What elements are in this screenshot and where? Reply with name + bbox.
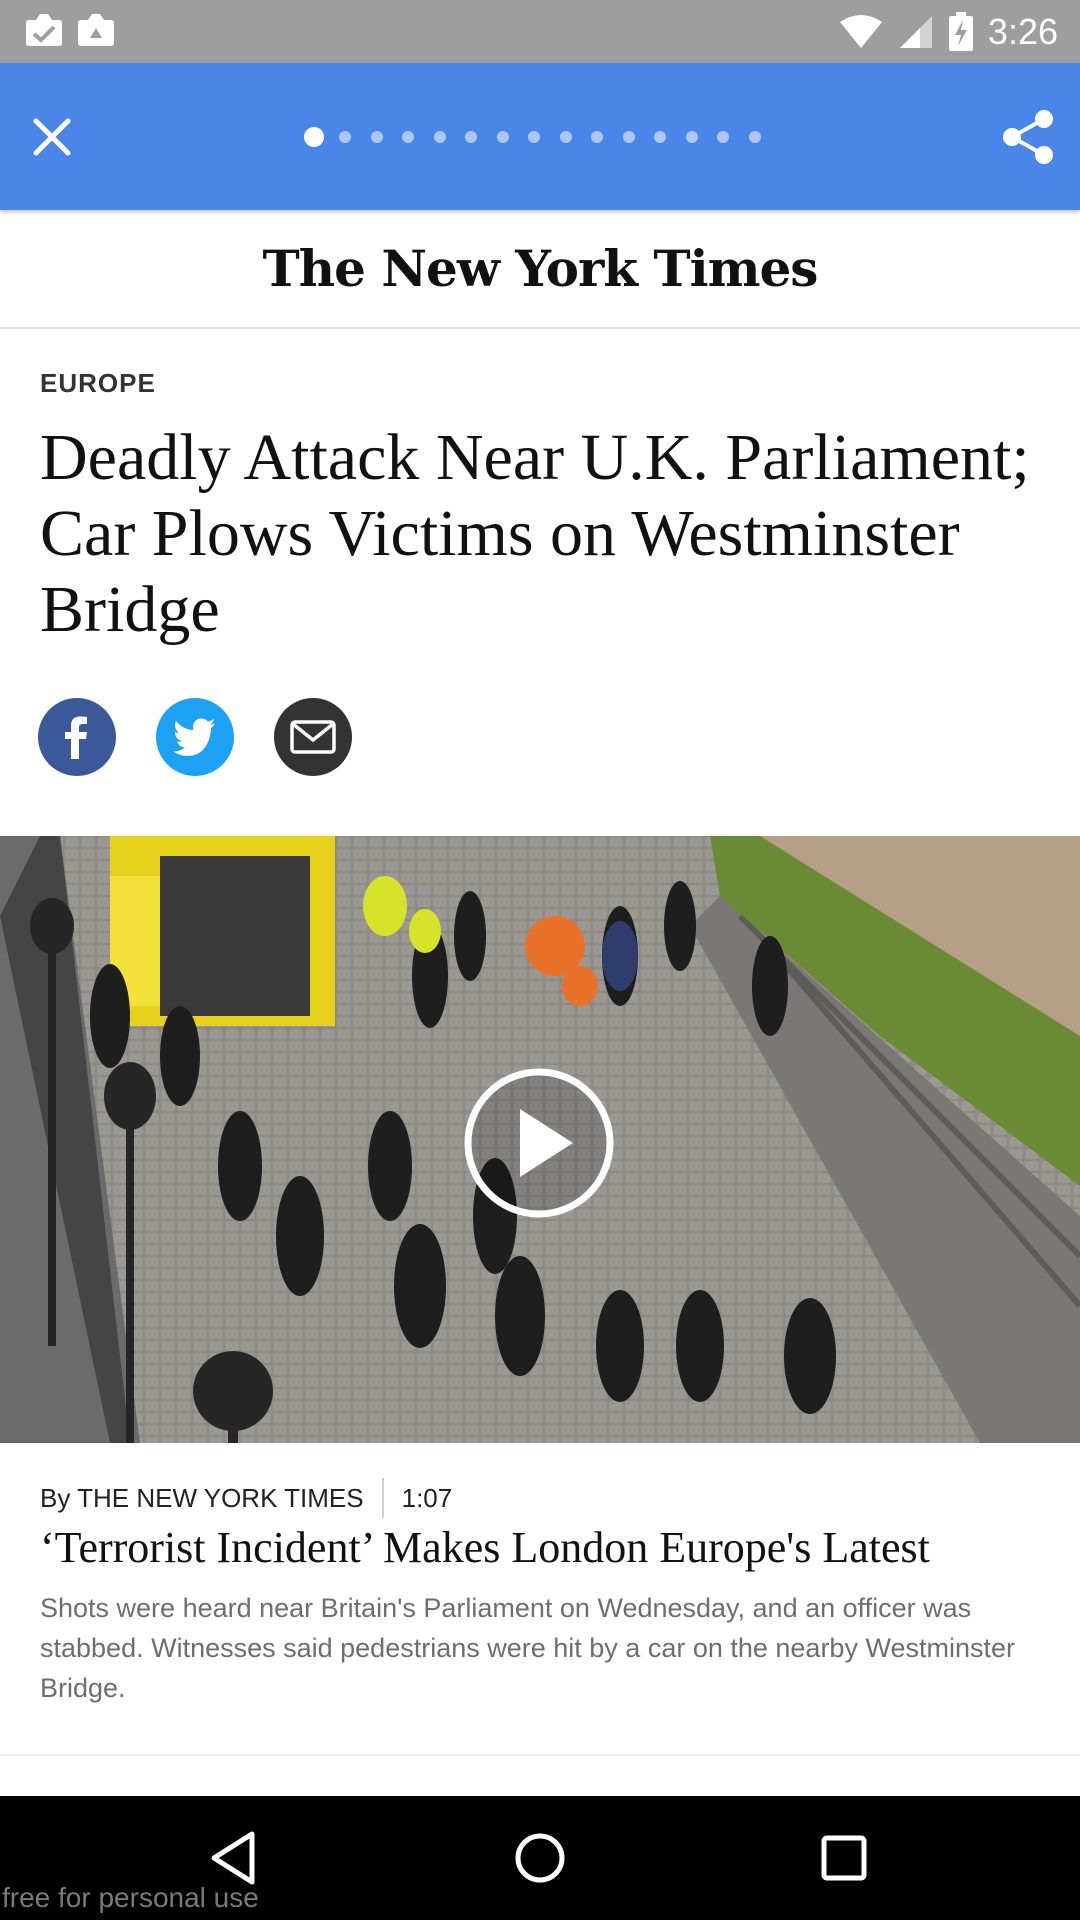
share-button[interactable] — [1000, 107, 1058, 167]
twitter-icon — [173, 718, 215, 756]
app-bar — [0, 63, 1080, 210]
pager-dot[interactable] — [402, 131, 414, 143]
video-duration: 1:07 — [401, 1482, 453, 1513]
watermark: free for personal use — [2, 1882, 259, 1913]
video-meta: By THE NEW YORK TIMES 1:07 — [40, 1478, 452, 1518]
notification-upload-icon — [78, 14, 114, 46]
pager-dot[interactable] — [559, 131, 572, 143]
notification-icons — [24, 12, 116, 48]
battery-charging-icon — [948, 11, 973, 51]
article-headline: Deadly Attack Near U.K. Parliament; Car … — [40, 421, 1030, 646]
back-icon — [211, 1831, 255, 1885]
pager-dot[interactable] — [528, 131, 540, 143]
share-buttons — [38, 698, 352, 776]
pager-dot[interactable] — [717, 131, 729, 143]
close-button[interactable] — [26, 111, 78, 163]
close-icon — [33, 118, 71, 156]
back-button[interactable] — [202, 1826, 266, 1890]
home-button[interactable] — [508, 1826, 572, 1890]
facebook-share-button[interactable] — [38, 698, 116, 776]
email-icon — [290, 720, 336, 754]
pager-dot[interactable] — [370, 131, 383, 143]
section-label[interactable]: EUROPE — [40, 368, 156, 399]
pager-dot-active[interactable] — [304, 127, 324, 147]
play-button[interactable] — [462, 1066, 616, 1220]
email-share-button[interactable] — [274, 698, 352, 776]
video-byline: By THE NEW YORK TIMES — [40, 1482, 364, 1513]
pager-dot[interactable] — [339, 131, 351, 143]
video-title[interactable]: ‘Terrorist Incident’ Makes London Europe… — [40, 1520, 1060, 1576]
wifi-icon — [839, 14, 882, 48]
notification-photo-icon — [26, 14, 62, 46]
pager-dot[interactable] — [433, 131, 446, 143]
article-pager[interactable] — [304, 127, 780, 147]
pager-dot[interactable] — [591, 131, 603, 143]
facebook-icon — [65, 716, 87, 759]
pager-dot[interactable] — [622, 131, 635, 143]
pager-dot[interactable] — [685, 131, 698, 143]
share-icon — [1003, 110, 1053, 164]
twitter-share-button[interactable] — [156, 698, 234, 776]
pager-dot[interactable] — [748, 131, 761, 143]
byline-divider — [381, 1478, 384, 1518]
system-icons: 3:26 — [838, 0, 1058, 63]
play-icon — [464, 1068, 614, 1218]
pager-dot[interactable] — [465, 131, 477, 143]
recents-icon — [821, 1835, 867, 1881]
nyt-logo: The New York Times — [262, 239, 819, 298]
masthead: The New York Times — [0, 210, 1080, 329]
status-bar: 3:26 — [0, 0, 1080, 63]
home-icon — [515, 1833, 565, 1883]
recents-button[interactable] — [812, 1826, 876, 1890]
divider — [0, 1754, 1080, 1756]
clock: 3:26 — [987, 10, 1058, 52]
video-summary: Shots were heard near Britain's Parliame… — [40, 1593, 1015, 1703]
pager-dot[interactable] — [496, 131, 509, 143]
pager-dot[interactable] — [654, 131, 666, 143]
cell-signal-icon — [899, 15, 932, 48]
video-player[interactable] — [0, 836, 1080, 1443]
